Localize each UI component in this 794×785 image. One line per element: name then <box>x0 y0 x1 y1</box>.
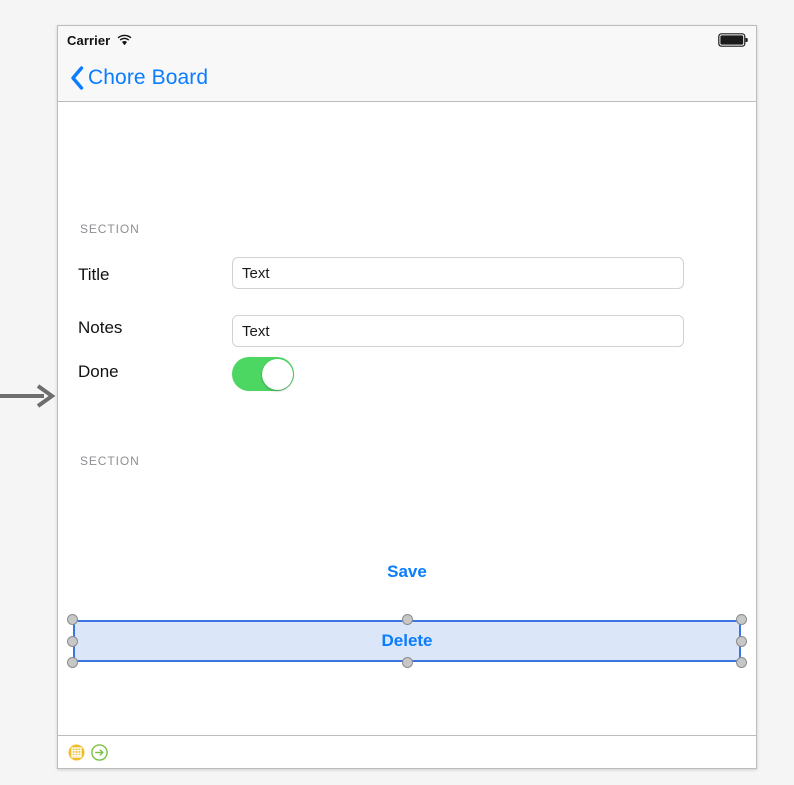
annotation-arrow-icon <box>0 384 56 408</box>
resize-handle-top-center[interactable] <box>401 614 413 625</box>
table-view: SECTION Title Notes Done SECTION Save De… <box>58 102 756 767</box>
done-switch-knob <box>261 358 293 390</box>
resize-handle-bottom-center[interactable] <box>401 657 413 668</box>
resize-handle-middle-right[interactable] <box>736 635 747 647</box>
back-button[interactable]: Chore Board <box>70 66 208 90</box>
row-label-done: Done <box>78 362 119 381</box>
section-header-1: SECTION <box>80 222 140 236</box>
carrier-label: Carrier <box>67 32 111 48</box>
delete-button[interactable]: Delete <box>73 620 741 662</box>
row-label-title: Title <box>78 265 110 284</box>
status-bar-left: Carrier <box>67 33 132 48</box>
notes-input[interactable] <box>232 315 684 347</box>
wifi-icon <box>117 34 132 46</box>
navigation-bar: Chore Board <box>58 54 756 102</box>
done-switch[interactable] <box>232 357 294 391</box>
title-input[interactable] <box>232 257 684 289</box>
status-bar-right <box>718 33 748 47</box>
save-button[interactable]: Save <box>58 562 756 582</box>
resize-handle-top-left[interactable] <box>67 614 78 625</box>
view-controller-icon[interactable] <box>68 744 85 761</box>
resize-handle-middle-left[interactable] <box>67 635 78 647</box>
status-bar: Carrier <box>58 26 756 54</box>
scene-dock-bar <box>58 735 756 768</box>
resize-handle-bottom-right[interactable] <box>736 657 747 668</box>
section-header-2: SECTION <box>80 454 140 468</box>
interface-builder-scene: Carrier Chore Board SECTION Title Text N… <box>57 25 757 769</box>
delete-button-selection: Delete <box>67 614 747 668</box>
battery-full-icon <box>718 33 748 47</box>
resize-handle-bottom-left[interactable] <box>67 657 78 668</box>
back-button-label: Chore Board <box>88 65 209 89</box>
row-label-notes: Notes <box>78 318 123 337</box>
exit-segue-icon[interactable] <box>91 743 108 761</box>
resize-handle-top-right[interactable] <box>736 614 747 625</box>
chevron-left-icon <box>71 65 84 90</box>
